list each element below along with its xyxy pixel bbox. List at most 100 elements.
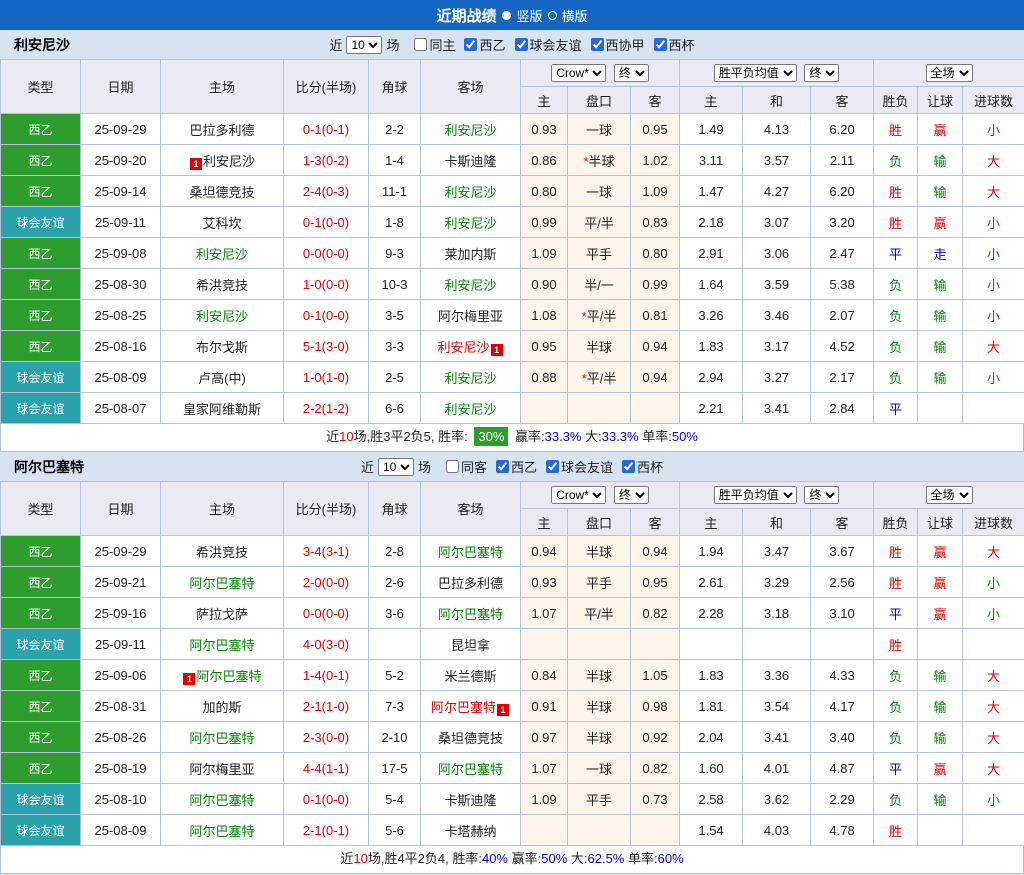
- handicap-result-cell: 赢: [918, 598, 963, 629]
- away-team[interactable]: 莱加内斯: [421, 238, 521, 269]
- odds-cell: 平手: [568, 238, 631, 269]
- horizontal-layout-radio[interactable]: [548, 11, 557, 20]
- corner-count: 2-8: [369, 536, 421, 567]
- home-team[interactable]: 桑坦德竞技: [161, 176, 284, 207]
- away-team[interactable]: 利安尼沙: [421, 393, 521, 424]
- league-filter[interactable]: 西杯: [622, 457, 663, 476]
- league-checkbox-label: 同主: [429, 35, 455, 54]
- league-checkbox[interactable]: [446, 460, 459, 473]
- away-team[interactable]: 米兰德斯: [421, 660, 521, 691]
- odds-company-select[interactable]: Crow*: [551, 64, 606, 82]
- home-team[interactable]: 皇家阿维勒斯: [161, 393, 284, 424]
- match-score: 2-1(0-1): [284, 815, 369, 846]
- away-team[interactable]: 利安尼沙: [421, 114, 521, 145]
- sub-mean-home-header: 主: [680, 87, 743, 114]
- home-team[interactable]: 加的斯: [161, 691, 284, 722]
- league-filter[interactable]: 同客: [446, 457, 487, 476]
- league-checkbox[interactable]: [414, 38, 427, 51]
- match-count-select[interactable]: 10: [378, 458, 414, 476]
- fulltime-select[interactable]: 全场: [926, 64, 973, 82]
- goals-result-cell: 小: [963, 598, 1024, 629]
- home-team[interactable]: 阿尔巴塞特: [161, 722, 284, 753]
- mean-final-select[interactable]: 终: [804, 64, 839, 82]
- away-team[interactable]: 利安尼沙: [421, 207, 521, 238]
- match-count-select[interactable]: 10: [346, 36, 382, 54]
- odds-cell: 0.94: [521, 536, 568, 567]
- away-team[interactable]: 卡斯迪隆: [421, 145, 521, 176]
- odds-final-select[interactable]: 终: [614, 486, 649, 504]
- match-row: 球会友谊25-08-09阿尔巴塞特2-1(0-1)5-6卡塔赫纳1.544.03…: [1, 815, 1024, 846]
- league-filter[interactable]: 西乙: [496, 457, 537, 476]
- away-team[interactable]: 阿尔巴塞特: [421, 536, 521, 567]
- away-team[interactable]: 昆坦拿: [421, 629, 521, 660]
- home-team[interactable]: 利安尼沙: [161, 238, 284, 269]
- mean-odds-cell: 1.83: [680, 331, 743, 362]
- home-team[interactable]: 阿尔巴塞特: [161, 815, 284, 846]
- league-filter[interactable]: 西协甲: [591, 35, 645, 54]
- league-type-cell: 西乙: [1, 598, 81, 629]
- away-team[interactable]: 阿尔梅里亚: [421, 300, 521, 331]
- home-team[interactable]: 布尔戈斯: [161, 331, 284, 362]
- away-team[interactable]: 巴拉多利德: [421, 567, 521, 598]
- home-team[interactable]: 艾科坎: [161, 207, 284, 238]
- league-filter[interactable]: 同主: [414, 35, 455, 54]
- summary-part: 50%: [541, 851, 567, 866]
- filter-bar: 阿尔巴塞特 近 10 场 同客西乙球会友谊西杯: [0, 452, 1024, 481]
- away-team-label: 利安尼沙: [444, 216, 496, 231]
- home-team[interactable]: 希洪竞技: [161, 269, 284, 300]
- mean-odds-select[interactable]: 胜平负均值: [714, 64, 797, 82]
- result-cell: 负: [874, 784, 918, 815]
- league-filter[interactable]: 西杯: [654, 35, 695, 54]
- mean-odds-cell: 1.49: [680, 114, 743, 145]
- league-filter[interactable]: 球会友谊: [546, 457, 613, 476]
- league-filter[interactable]: 西乙: [464, 35, 505, 54]
- match-row: 西乙25-08-19阿尔梅里亚4-4(1-1)17-5阿尔巴塞特1.07一球0.…: [1, 753, 1024, 784]
- home-team[interactable]: 阿尔巴塞特: [161, 629, 284, 660]
- league-checkbox[interactable]: [654, 38, 667, 51]
- corner-count: 10-3: [369, 269, 421, 300]
- home-team[interactable]: 1阿尔巴塞特: [161, 660, 284, 691]
- league-type-cell: 西乙: [1, 145, 81, 176]
- league-checkbox[interactable]: [622, 460, 635, 473]
- away-team[interactable]: 利安尼沙: [421, 269, 521, 300]
- mean-final-select[interactable]: 终: [804, 486, 839, 504]
- fulltime-select[interactable]: 全场: [926, 486, 973, 504]
- odds-cell: [568, 393, 631, 424]
- home-team[interactable]: 利安尼沙: [161, 300, 284, 331]
- match-row: 西乙25-09-061阿尔巴塞特1-4(0-1)5-2米兰德斯0.84半球1.0…: [1, 660, 1024, 691]
- odds-company-select[interactable]: Crow*: [551, 486, 606, 504]
- away-team[interactable]: 利安尼沙1: [421, 331, 521, 362]
- league-checkbox[interactable]: [546, 460, 559, 473]
- away-team[interactable]: 阿尔巴塞特1: [421, 691, 521, 722]
- league-filter[interactable]: 球会友谊: [515, 35, 582, 54]
- home-team[interactable]: 阿尔巴塞特: [161, 784, 284, 815]
- sub-goals-header: 进球数: [963, 87, 1024, 114]
- odds-cell: 半球: [568, 536, 631, 567]
- league-checkbox[interactable]: [515, 38, 528, 51]
- home-team[interactable]: 巴拉多利德: [161, 114, 284, 145]
- home-team[interactable]: 萨拉戈萨: [161, 598, 284, 629]
- match-date: 25-08-26: [81, 722, 161, 753]
- vertical-layout-radio[interactable]: [502, 11, 511, 20]
- home-team[interactable]: 阿尔巴塞特: [161, 567, 284, 598]
- mean-odds-cell: 3.62: [743, 784, 811, 815]
- league-checkbox[interactable]: [464, 38, 477, 51]
- away-team[interactable]: 阿尔巴塞特: [421, 598, 521, 629]
- home-team[interactable]: 1利安尼沙: [161, 145, 284, 176]
- away-team[interactable]: 利安尼沙: [421, 176, 521, 207]
- match-score: 3-4(3-1): [284, 536, 369, 567]
- away-team[interactable]: 桑坦德竞技: [421, 722, 521, 753]
- mean-odds-cell: 3.41: [743, 722, 811, 753]
- home-team[interactable]: 卢高(中): [161, 362, 284, 393]
- handicap-result-cell: [918, 815, 963, 846]
- away-team[interactable]: 阿尔巴塞特: [421, 753, 521, 784]
- away-team[interactable]: 卡斯迪隆: [421, 784, 521, 815]
- league-checkbox[interactable]: [591, 38, 604, 51]
- away-team[interactable]: 利安尼沙: [421, 362, 521, 393]
- odds-final-select[interactable]: 终: [614, 64, 649, 82]
- away-team[interactable]: 卡塔赫纳: [421, 815, 521, 846]
- home-team[interactable]: 阿尔梅里亚: [161, 753, 284, 784]
- mean-odds-select[interactable]: 胜平负均值: [714, 486, 797, 504]
- home-team[interactable]: 希洪竞技: [161, 536, 284, 567]
- league-checkbox[interactable]: [496, 460, 509, 473]
